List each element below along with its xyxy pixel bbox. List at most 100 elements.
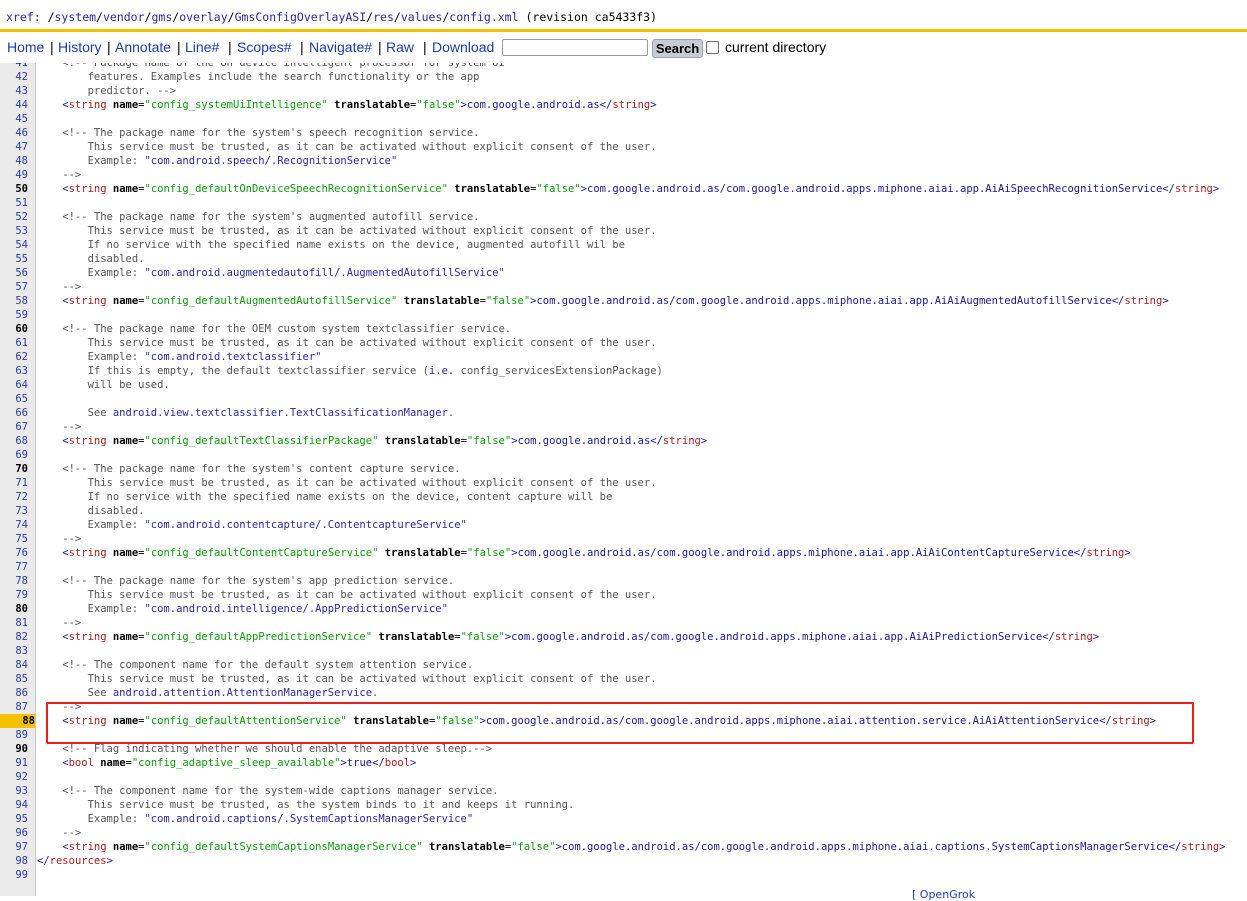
line-number-link[interactable]: 68 bbox=[0, 434, 28, 448]
line-number-link[interactable]: 95 bbox=[0, 812, 28, 826]
nav-separator: | bbox=[423, 39, 427, 55]
source-code-view: 41 <!-- Package name of the on device in… bbox=[0, 63, 1247, 896]
code-text: This service must be trusted, as the sys… bbox=[37, 798, 575, 812]
line-number-link[interactable]: 45 bbox=[0, 112, 28, 126]
line-number-link[interactable]: 79 bbox=[0, 588, 28, 602]
line-number-link[interactable]: 80 bbox=[0, 602, 28, 616]
nav-history-link[interactable]: History bbox=[58, 39, 102, 55]
footer-link[interactable]: [ OpenGrok bbox=[912, 888, 975, 901]
line-number-link[interactable]: 92 bbox=[0, 770, 28, 784]
nav-line-link[interactable]: Line# bbox=[185, 39, 219, 55]
line-number-link[interactable]: 56 bbox=[0, 266, 28, 280]
line-number-link[interactable]: 48 bbox=[0, 154, 28, 168]
code-text: <!-- The package name for the system's s… bbox=[37, 126, 479, 140]
code-token: "config_defaultSystemCaptionsManagerServ… bbox=[144, 841, 423, 853]
line-number-link[interactable]: 61 bbox=[0, 336, 28, 350]
code-text: --> bbox=[37, 420, 81, 434]
line-number-link[interactable]: 44 bbox=[0, 98, 28, 112]
line-number-link[interactable]: 62 bbox=[0, 350, 28, 364]
line-number-link[interactable]: 59 bbox=[0, 308, 28, 322]
line-number-link[interactable]: 64 bbox=[0, 378, 28, 392]
line-number-link[interactable]: 94 bbox=[0, 798, 28, 812]
line-number-link[interactable]: 71 bbox=[0, 476, 28, 490]
line-number-link[interactable]: 55 bbox=[0, 252, 28, 266]
line-number-link[interactable]: 89 bbox=[0, 728, 28, 742]
code-token: See bbox=[37, 687, 113, 699]
code-token: name bbox=[112, 295, 139, 307]
line-number-link[interactable]: 96 bbox=[0, 826, 28, 840]
code-text: See android.attention.AttentionManagerSe… bbox=[37, 686, 379, 700]
nav-scopes-link[interactable]: Scopes# bbox=[237, 39, 291, 55]
line-number-link[interactable]: 63 bbox=[0, 364, 28, 378]
breadcrumb-item[interactable]: GmsConfigOverlayASI bbox=[235, 10, 367, 24]
nav-raw-link[interactable]: Raw bbox=[386, 39, 414, 55]
line-number-link[interactable]: 86 bbox=[0, 686, 28, 700]
line-number-link[interactable]: 84 bbox=[0, 658, 28, 672]
line-number-link[interactable]: 76 bbox=[0, 546, 28, 560]
code-token: "com.android.captions/.SystemCaptionsMan… bbox=[144, 813, 474, 825]
line-number-link[interactable]: 65 bbox=[0, 392, 28, 406]
line-number-link[interactable]: 90 bbox=[0, 742, 28, 756]
line-number-link[interactable]: 53 bbox=[0, 224, 28, 238]
line-number-link[interactable]: 54 bbox=[0, 238, 28, 252]
code-token: < bbox=[37, 841, 69, 853]
line-number-link[interactable]: 77 bbox=[0, 560, 28, 574]
code-line: 67 --> bbox=[0, 420, 1247, 434]
line-number-link[interactable]: 67 bbox=[0, 420, 28, 434]
nav-separator: | bbox=[300, 39, 304, 55]
code-token: < bbox=[37, 547, 69, 559]
line-number-link[interactable]: 58 bbox=[0, 294, 28, 308]
nav-download-link[interactable]: Download bbox=[432, 39, 494, 55]
nav-annotate-link[interactable]: Annotate bbox=[115, 39, 171, 55]
breadcrumb-item[interactable]: config.xml bbox=[449, 10, 518, 24]
code-token: config_servicesExtensionPackage) bbox=[454, 365, 663, 377]
line-number-link[interactable]: 50 bbox=[0, 182, 28, 196]
line-number-link[interactable]: 72 bbox=[0, 490, 28, 504]
breadcrumb-item[interactable]: values bbox=[401, 10, 443, 24]
line-number-link[interactable]: 70 bbox=[0, 462, 28, 476]
line-number-link[interactable]: 69 bbox=[0, 448, 28, 462]
line-number-link[interactable]: 52 bbox=[0, 210, 28, 224]
line-number-link[interactable]: 85 bbox=[0, 672, 28, 686]
breadcrumb-item[interactable]: vendor bbox=[103, 10, 145, 24]
search-input[interactable] bbox=[502, 39, 648, 56]
code-token: bool bbox=[68, 757, 94, 769]
line-number-link[interactable]: 98 bbox=[0, 854, 28, 868]
line-number-link[interactable]: 51 bbox=[0, 196, 28, 210]
code-token: string bbox=[68, 99, 107, 111]
current-directory-checkbox[interactable] bbox=[706, 41, 719, 54]
code-token: If this is empty, the default textclassi… bbox=[37, 365, 429, 377]
code-text: predictor. --> bbox=[37, 84, 177, 98]
search-button[interactable]: Search bbox=[652, 39, 703, 58]
line-number-link[interactable]: 74 bbox=[0, 518, 28, 532]
line-number-link[interactable]: 91 bbox=[0, 756, 28, 770]
line-number-link[interactable]: 47 bbox=[0, 140, 28, 154]
line-number-link[interactable]: 87 bbox=[0, 700, 28, 714]
breadcrumb-item[interactable]: system bbox=[55, 10, 97, 24]
code-text: --> bbox=[37, 168, 81, 182]
line-number-link[interactable]: 88 bbox=[0, 714, 35, 728]
line-number-link[interactable]: 60 bbox=[0, 322, 28, 336]
line-number-link[interactable]: 78 bbox=[0, 574, 28, 588]
line-number-link[interactable]: 82 bbox=[0, 630, 28, 644]
line-number-link[interactable]: 42 bbox=[0, 70, 28, 84]
breadcrumb-item[interactable]: gms bbox=[151, 10, 172, 24]
line-number-link[interactable]: 99 bbox=[0, 868, 28, 882]
line-number-link[interactable]: 73 bbox=[0, 504, 28, 518]
line-number-link[interactable]: 83 bbox=[0, 644, 28, 658]
breadcrumb-item[interactable]: res bbox=[373, 10, 394, 24]
line-number-link[interactable]: 66 bbox=[0, 406, 28, 420]
line-number-link[interactable]: 46 bbox=[0, 126, 28, 140]
nav-navigate-link[interactable]: Navigate# bbox=[309, 39, 372, 55]
line-number-link[interactable]: 43 bbox=[0, 84, 28, 98]
breadcrumb-item[interactable]: overlay bbox=[179, 10, 227, 24]
line-number-link[interactable]: 81 bbox=[0, 616, 28, 630]
line-number-link[interactable]: 97 bbox=[0, 840, 28, 854]
line-number-link[interactable]: 93 bbox=[0, 784, 28, 798]
nav-home-link[interactable]: Home bbox=[7, 39, 44, 55]
line-number-link[interactable]: 49 bbox=[0, 168, 28, 182]
line-number-link[interactable]: 57 bbox=[0, 280, 28, 294]
code-line: 78 <!-- The package name for the system'… bbox=[0, 574, 1247, 588]
line-number-link[interactable]: 41 bbox=[0, 63, 28, 70]
line-number-link[interactable]: 75 bbox=[0, 532, 28, 546]
